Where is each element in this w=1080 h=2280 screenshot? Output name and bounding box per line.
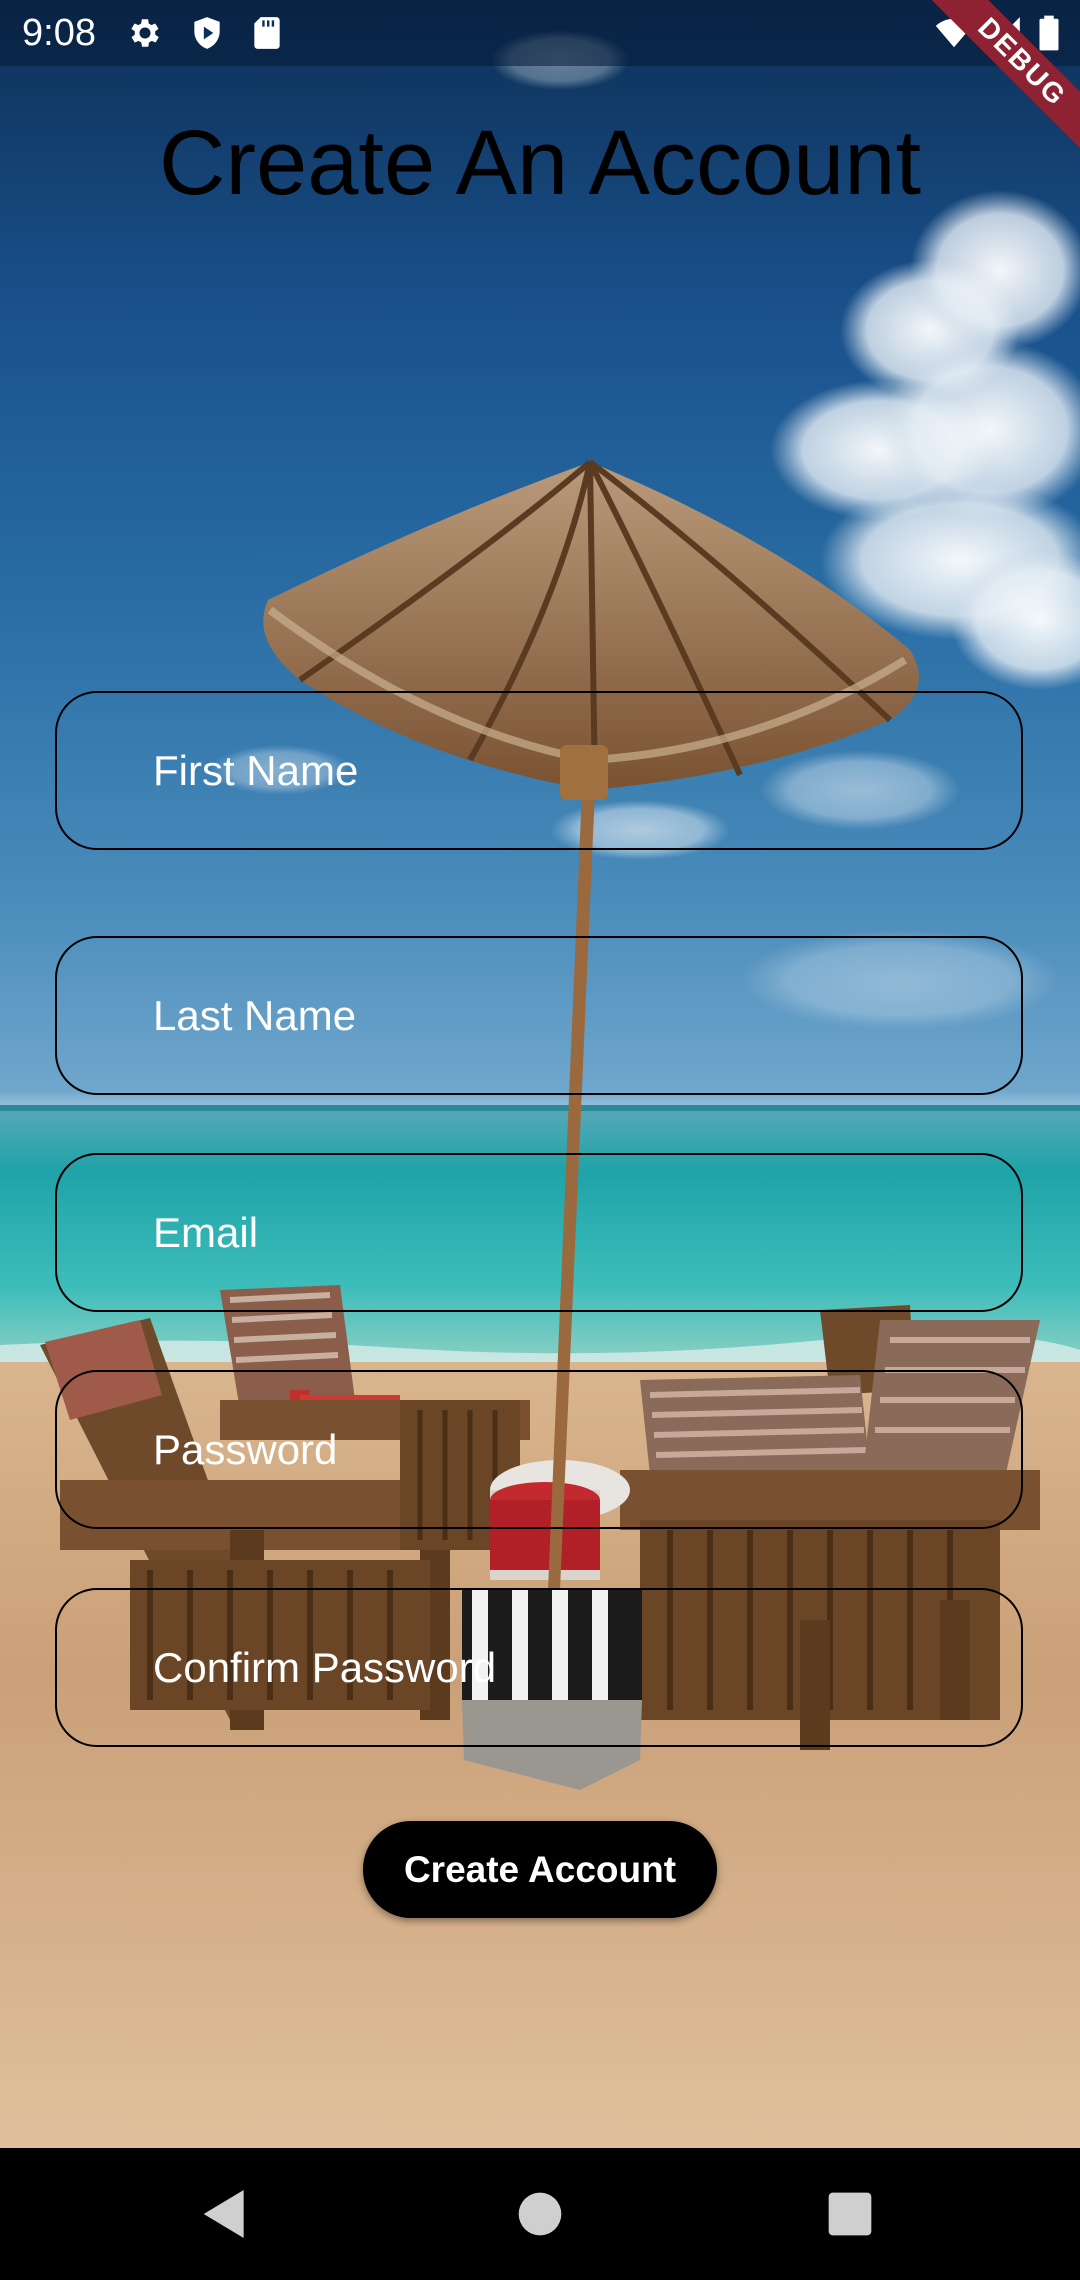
back-icon[interactable]	[193, 2182, 257, 2246]
app-screen: 9:08 DEBUG Create An Account First Name	[0, 0, 1080, 2280]
first-name-label: First Name	[153, 746, 359, 794]
page-title: Create An Account	[158, 112, 922, 214]
recents-icon[interactable]	[818, 2182, 882, 2246]
confirm-password-field[interactable]: Confirm Password	[55, 1588, 1023, 1747]
home-icon[interactable]	[508, 2182, 572, 2246]
email-label: Email	[153, 1208, 259, 1256]
status-time: 9:08	[22, 12, 96, 54]
sd-card-icon	[254, 17, 280, 49]
gear-icon	[131, 19, 159, 47]
confirm-password-label: Confirm Password	[153, 1643, 497, 1691]
last-name-field[interactable]: Last Name	[55, 936, 1023, 1095]
password-field[interactable]: Password	[55, 1370, 1023, 1529]
password-label: Password	[153, 1425, 338, 1473]
last-name-label: Last Name	[153, 991, 357, 1039]
email-field[interactable]: Email	[55, 1153, 1023, 1312]
first-name-field[interactable]: First Name	[55, 691, 1023, 850]
create-account-button[interactable]: Create Account	[363, 1821, 717, 1918]
navigation-bar	[0, 2148, 1080, 2280]
play-protect-icon	[194, 17, 220, 49]
